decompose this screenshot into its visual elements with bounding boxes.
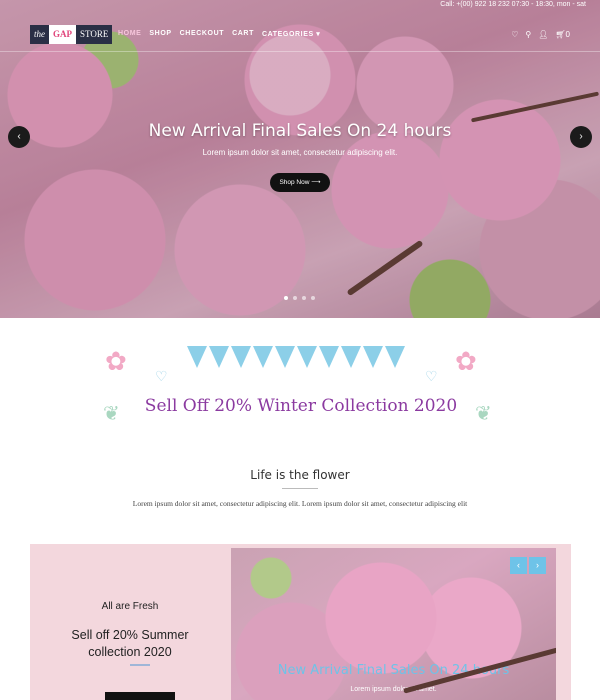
promo-subtitle: Sell off 20% Summer collection 2020 [71, 628, 189, 659]
promo-button[interactable] [105, 692, 175, 700]
branch-decoration [346, 239, 424, 297]
pennant-decoration [253, 346, 273, 368]
search-icon[interactable]: ⚲ [525, 30, 531, 39]
pennant-decoration [275, 346, 295, 368]
heart-decoration: ♡ [155, 368, 168, 384]
main-navigation: the GAP STORE HOME SHOP CHECKOUT CART CA… [0, 20, 600, 52]
intro-title: Life is the flower [250, 468, 350, 482]
pennant-decoration [341, 346, 361, 368]
pennant-decoration [209, 346, 229, 368]
pennant-decoration [319, 346, 339, 368]
promo-next-arrow[interactable]: › [529, 557, 546, 574]
logo-part: STORE [76, 25, 113, 44]
pennant-decoration [363, 346, 383, 368]
branch-decoration [471, 91, 599, 123]
cart-icon[interactable]: 🛒︎0 [555, 30, 570, 39]
nav-item-categories[interactable]: CATEGORIES ▾ [262, 30, 320, 38]
winter-sale-banner[interactable]: ✿ ✿ ❦ ❦ ♡ ♡ Sell Off 20% Winter Collecti… [95, 346, 507, 439]
promo-image-subcaption: Lorem ipsum dolor sit amet. [350, 686, 437, 693]
cart-count: 0 [565, 30, 570, 39]
nav-item-checkout[interactable]: CHECKOUT [180, 30, 224, 38]
flower-decoration: ✿ [455, 346, 477, 376]
nav-item-shop[interactable]: SHOP [149, 30, 171, 38]
pennant-decoration [187, 346, 207, 368]
logo-part: the [30, 25, 49, 44]
divider [282, 488, 318, 489]
slider-dot[interactable] [293, 296, 297, 300]
store-logo[interactable]: the GAP STORE [30, 25, 113, 44]
logo-part: GAP [49, 25, 76, 44]
pennant-decoration [297, 346, 317, 368]
slider-dots [284, 296, 315, 300]
banner-title: Sell Off 20% Winter Collection 2020 [144, 396, 458, 416]
intro-text: Lorem ipsum dolor sit amet, consectetur … [132, 499, 468, 508]
contact-info: Call: +(00) 922 18 232 07:30 - 18:30, mo… [440, 1, 586, 8]
shop-now-button[interactable]: Shop Now ⟶ [270, 173, 330, 192]
promo-prev-arrow[interactable]: ‹ [510, 557, 527, 574]
slider-dot[interactable] [302, 296, 306, 300]
flower-decoration: ✿ [105, 346, 127, 376]
heart-decoration: ♡ [425, 368, 438, 384]
header-icons: ♡ ⚲ 👤︎ 🛒︎0 [511, 30, 570, 39]
pennant-decoration [385, 346, 405, 368]
promo-slider-arrows: ‹ › [510, 557, 546, 574]
slider-dot[interactable] [311, 296, 315, 300]
promo-title: All are Fresh [101, 601, 159, 612]
nav-item-cart[interactable]: CART [232, 30, 254, 38]
heart-icon[interactable]: ♡ [511, 30, 518, 39]
user-icon[interactable]: 👤︎ [538, 30, 548, 39]
divider [130, 664, 150, 666]
hero-subtitle: Lorem ipsum dolor sit amet, consectetur … [202, 148, 398, 157]
nav-item-home[interactable]: HOME [118, 30, 141, 38]
top-info-bar: Call: +(00) 922 18 232 07:30 - 18:30, mo… [0, 0, 600, 12]
nav-menu: HOME SHOP CHECKOUT CART CATEGORIES ▾ [118, 30, 320, 38]
slider-dot[interactable] [284, 296, 288, 300]
pennant-decoration [231, 346, 251, 368]
hero-title: New Arrival Final Sales On 24 hours [148, 121, 452, 141]
